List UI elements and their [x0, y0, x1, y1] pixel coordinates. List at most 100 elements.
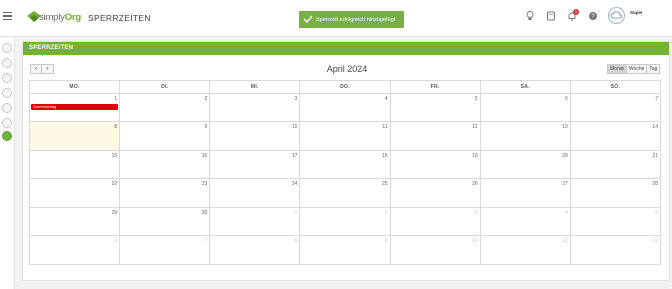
card-title: SPERRZEITEN: [23, 42, 669, 55]
sidebar-item-6[interactable]: [2, 118, 12, 128]
day-number: 4: [384, 96, 388, 102]
calendar-day[interactable]: 5: [569, 207, 660, 235]
calendar-day[interactable]: 1: [209, 207, 299, 235]
calendar-day[interactable]: 2: [119, 94, 209, 122]
book-icon[interactable]: [546, 10, 556, 22]
day-number: 8: [114, 124, 118, 131]
calendar-day[interactable]: 27: [479, 179, 570, 207]
help-icon[interactable]: ?: [588, 10, 598, 22]
day-number: 30: [201, 209, 208, 216]
calendar-day[interactable]: 1 Ostermontag: [30, 94, 119, 121]
calendar-day[interactable]: 7: [569, 94, 660, 122]
calendar-day[interactable]: 8: [209, 235, 299, 265]
calendar-day[interactable]: 3: [389, 207, 480, 235]
sidebar-item-2[interactable]: [2, 58, 12, 68]
sidebar-item-4[interactable]: [2, 88, 12, 98]
calendar-day[interactable]: 9: [119, 122, 209, 150]
next-month-button[interactable]: ›: [42, 64, 54, 74]
calendar-day[interactable]: 28: [569, 179, 660, 207]
calendar-day[interactable]: 4: [299, 94, 389, 122]
calendar-day[interactable]: 19: [389, 150, 480, 179]
calendar-day[interactable]: 10: [209, 122, 299, 150]
day-number: 12: [652, 237, 658, 244]
calendar-day[interactable]: 26: [389, 179, 480, 207]
view-week-button[interactable]: Woche: [626, 64, 648, 74]
weekday-label: DO.: [299, 81, 389, 93]
day-number: 21: [652, 152, 658, 159]
day-number: 3: [474, 209, 478, 216]
calendar-day[interactable]: 7: [119, 235, 209, 265]
sidebar-item-1[interactable]: [2, 43, 12, 53]
calendar-day[interactable]: 3: [209, 94, 299, 122]
day-number: 1: [294, 209, 298, 216]
calendar-day[interactable]: 11: [299, 122, 389, 150]
view-day-button[interactable]: Tag: [647, 64, 661, 74]
calendar-day[interactable]: 16: [119, 150, 209, 179]
calendar-week: 29 30 1 2 3 4 5: [30, 207, 660, 236]
calendar-day[interactable]: 24: [209, 179, 299, 207]
calendar-day[interactable]: 21: [569, 150, 660, 179]
calendar-week: 22 23 24 25 26 27 28: [30, 179, 660, 208]
prev-month-button[interactable]: ‹: [30, 64, 42, 74]
calendar-day[interactable]: 9: [299, 235, 389, 265]
avatar[interactable]: [608, 7, 625, 24]
day-number: 18: [382, 152, 388, 159]
calendar-week: 8 9 10 11 12 13 14: [30, 122, 660, 151]
day-number: 13: [562, 124, 568, 131]
calendar-day[interactable]: 22: [30, 179, 119, 206]
checkmark-icon: [303, 15, 313, 24]
day-number: 11: [562, 237, 568, 244]
calendar-day[interactable]: 12: [569, 235, 660, 265]
calendar-day[interactable]: 5: [389, 94, 480, 122]
toast-message: Sperrzeit erfolgreich hinzugefügt: [316, 17, 396, 23]
day-number: 12: [472, 124, 478, 131]
calendar-day[interactable]: 6: [30, 236, 119, 264]
calendar-day[interactable]: 15: [30, 151, 119, 178]
weekday-label: SO.: [569, 81, 660, 93]
day-number: 22: [111, 181, 118, 188]
calendar-day[interactable]: 6: [479, 94, 570, 122]
weekday-label: FR.: [389, 81, 480, 93]
view-switcher: Monat Woche Tag: [607, 64, 661, 74]
calendar-day[interactable]: 20: [479, 150, 570, 179]
calendar-day[interactable]: 8: [30, 122, 120, 150]
day-number: 29: [111, 209, 118, 216]
day-number: 11: [382, 124, 388, 131]
success-toast: Sperrzeit erfolgreich hinzugefügt: [299, 11, 404, 28]
calendar-day[interactable]: 23: [119, 179, 209, 207]
calendar-weeks: 1 Ostermontag 2 3 4 5 6 7 8 9 10 11 12 13 14 15 16 17 18 19…: [30, 94, 660, 265]
lightbulb-icon[interactable]: [525, 10, 535, 22]
day-number: 17: [291, 152, 298, 159]
calendar-day[interactable]: 4: [479, 207, 570, 235]
sidebar-item-3[interactable]: [2, 73, 12, 83]
calendar-day[interactable]: 30: [119, 207, 209, 235]
menu-icon[interactable]: [3, 12, 12, 21]
sidebar-item-sperrzeiten[interactable]: [2, 131, 12, 141]
day-number: 20: [562, 152, 568, 159]
calendar-day[interactable]: 13: [479, 122, 570, 150]
calendar-day[interactable]: 10: [389, 235, 480, 265]
day-number: 10: [472, 237, 478, 244]
sidebar: [0, 38, 15, 289]
day-number: 19: [472, 152, 478, 159]
day-number: 26: [472, 181, 478, 188]
view-month-button[interactable]: Monat: [607, 64, 627, 74]
calendar-day[interactable]: 29: [30, 208, 119, 235]
day-number: 2: [384, 209, 388, 216]
calendar-day[interactable]: 25: [299, 179, 389, 207]
calendar-day[interactable]: 2: [299, 207, 389, 235]
day-number: 24: [291, 181, 298, 188]
day-number: 5: [474, 96, 478, 102]
calendar-event[interactable]: Ostermontag: [31, 104, 119, 110]
calendar-day[interactable]: 12: [389, 122, 480, 150]
day-number: 8: [294, 237, 298, 244]
user-name[interactable]: Super: [630, 10, 643, 15]
weekday-label: SA.: [479, 81, 570, 93]
calendar-day[interactable]: 11: [479, 235, 570, 265]
calendar-day[interactable]: 17: [209, 150, 299, 179]
sidebar-item-5[interactable]: [2, 103, 12, 113]
calendar-day[interactable]: 14: [569, 122, 660, 150]
weekday-label: MI.: [209, 81, 299, 93]
calendar-day[interactable]: 18: [299, 150, 389, 179]
day-number: 3: [294, 96, 298, 102]
